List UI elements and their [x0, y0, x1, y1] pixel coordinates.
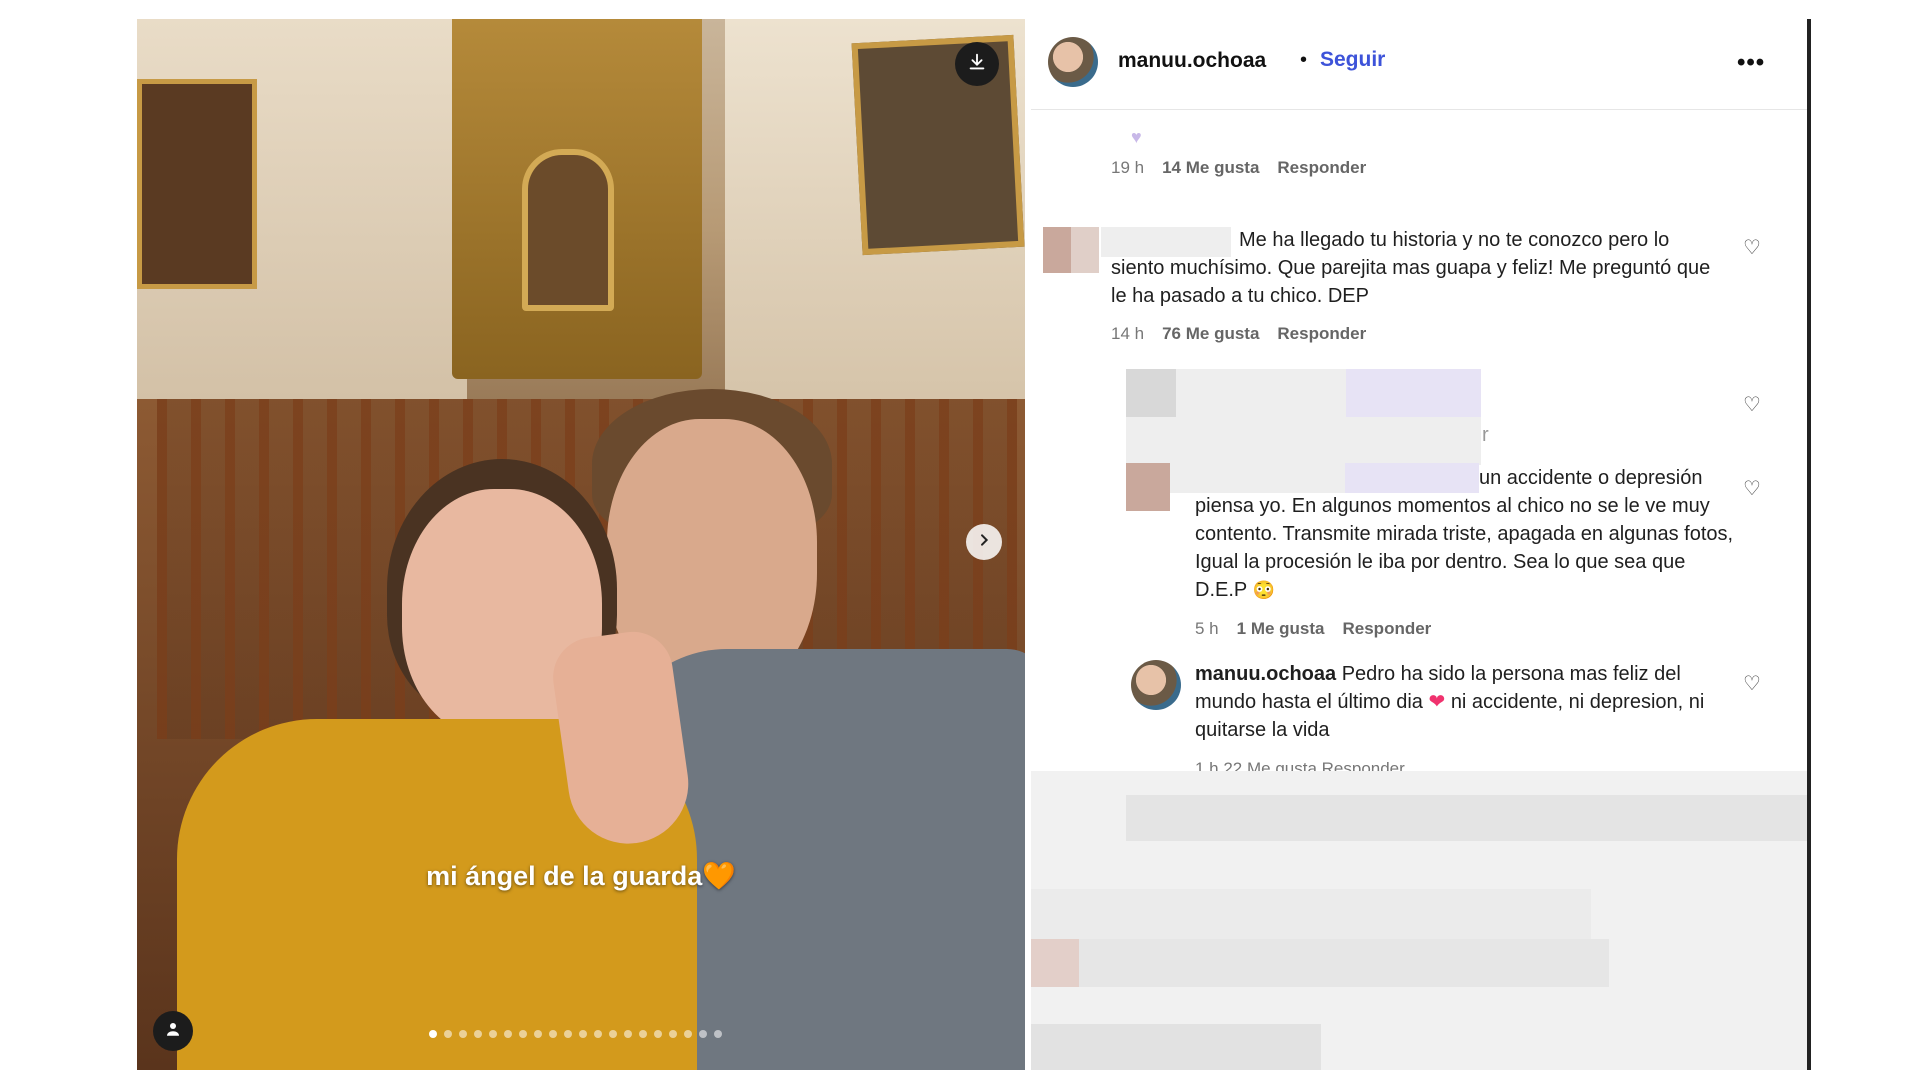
redacted-avatar	[1126, 463, 1170, 511]
carousel-dot	[549, 1030, 557, 1038]
comment-text-fragment: r	[1482, 424, 1489, 446]
reply-button[interactable]: Responder	[1277, 324, 1366, 344]
redacted-block	[1126, 417, 1481, 465]
download-icon	[966, 51, 988, 78]
redacted-block	[1031, 889, 1591, 939]
carousel-dot	[459, 1030, 467, 1038]
comment-text: Me ha llegado tu historia y no te conozc…	[1111, 229, 1711, 307]
carousel-dot	[489, 1030, 497, 1038]
carousel-dot	[564, 1030, 572, 1038]
caption-text: mi ángel de la guarda	[426, 861, 703, 891]
comment-text: manuu.ochoaa Pedro ha sido la persona ma…	[1195, 660, 1735, 744]
carousel-dot	[594, 1030, 602, 1038]
comment-likes[interactable]: 1 Me gusta	[1237, 619, 1325, 639]
comment-username[interactable]: manuu.ochoaa	[1195, 663, 1336, 685]
emoji: 😳	[1252, 580, 1275, 600]
instagram-post: mi ángel de la guarda🧡 manuu.ochoaa • Se…	[137, 19, 1811, 1070]
comment-body: un accidente o depresión piensa yo. En a…	[1195, 467, 1734, 601]
separator-dot: •	[1300, 49, 1308, 71]
comment-meta: 5 h 1 Me gusta Responder	[1195, 619, 1431, 639]
carousel-dot	[519, 1030, 527, 1038]
avatar[interactable]	[1043, 227, 1099, 273]
redacted-block	[1126, 795, 1807, 841]
comment-meta: 14 h 76 Me gusta Responder	[1111, 324, 1366, 344]
more-options-button[interactable]: •••	[1737, 49, 1765, 77]
orange-heart-emoji: 🧡	[702, 861, 736, 891]
comment-time: 5 h	[1195, 619, 1219, 638]
carousel-dot	[654, 1030, 662, 1038]
redacted-block	[1346, 369, 1481, 417]
comment-meta: 19 h 14 Me gusta Responder	[1111, 158, 1366, 178]
heart-outline-icon[interactable]: ♡	[1743, 235, 1761, 260]
avatar[interactable]	[1131, 660, 1181, 710]
heart-outline-icon[interactable]: ♡	[1743, 671, 1761, 696]
carousel-dot	[579, 1030, 587, 1038]
story-caption: mi ángel de la guarda🧡	[137, 860, 1025, 892]
carousel-dot	[714, 1030, 722, 1038]
tagged-users-button[interactable]	[153, 1011, 193, 1051]
comment-time: 14 h	[1111, 324, 1145, 343]
comment-time: 19 h	[1111, 158, 1145, 177]
redacted-avatar	[1126, 369, 1176, 417]
redacted-block	[1031, 939, 1079, 987]
pink-heart-emoji: ❤	[1428, 691, 1446, 713]
carousel-dot	[624, 1030, 632, 1038]
heart-outline-icon[interactable]: ♡	[1743, 476, 1761, 501]
carousel-dot	[669, 1030, 677, 1038]
download-button[interactable]	[955, 42, 999, 86]
comment-meta: 1 h 22 Me gusta Responder	[1195, 759, 1405, 771]
carousel-dot	[684, 1030, 692, 1038]
reply-button[interactable]: Responder	[1277, 158, 1366, 178]
username-link[interactable]: manuu.ochoaa	[1118, 49, 1266, 73]
reply-button[interactable]: Responder	[1343, 619, 1432, 639]
altar-niche	[522, 149, 614, 311]
avatar[interactable]	[1048, 37, 1098, 87]
follow-button[interactable]: Seguir	[1320, 48, 1385, 72]
carousel-indicator	[429, 1030, 722, 1038]
carousel-dot	[474, 1030, 482, 1038]
comment-likes[interactable]: 14 Me gusta	[1162, 158, 1259, 178]
carousel-dot	[534, 1030, 542, 1038]
redacted-block	[1031, 1024, 1321, 1070]
carousel-next-button[interactable]	[966, 524, 1002, 560]
redacted-block	[1079, 939, 1609, 987]
carousel-dot	[504, 1030, 512, 1038]
post-photo[interactable]: mi ángel de la guarda🧡	[137, 19, 1025, 1070]
post-header: manuu.ochoaa • Seguir •••	[1031, 19, 1807, 110]
painting	[137, 79, 257, 289]
comment-text: un accidente o depresión piensa yo. En a…	[1195, 464, 1735, 604]
carousel-dot	[699, 1030, 707, 1038]
carousel-dot	[609, 1030, 617, 1038]
purple-heart-emoji: ♥	[1131, 127, 1142, 147]
comment-likes[interactable]: 76 Me gusta	[1162, 324, 1259, 344]
comments-panel: manuu.ochoaa • Seguir ••• ♥ 19 h 14 Me g…	[1031, 19, 1811, 1070]
chevron-right-icon	[976, 532, 992, 553]
heart-outline-icon[interactable]: ♡	[1743, 392, 1761, 417]
redacted-block	[1176, 369, 1346, 417]
carousel-dot	[444, 1030, 452, 1038]
carousel-dot	[639, 1030, 647, 1038]
carousel-dot	[429, 1030, 437, 1038]
user-icon	[164, 1020, 182, 1043]
comment-meta-partial: 1 h 22 Me gusta Responder	[1195, 759, 1405, 771]
